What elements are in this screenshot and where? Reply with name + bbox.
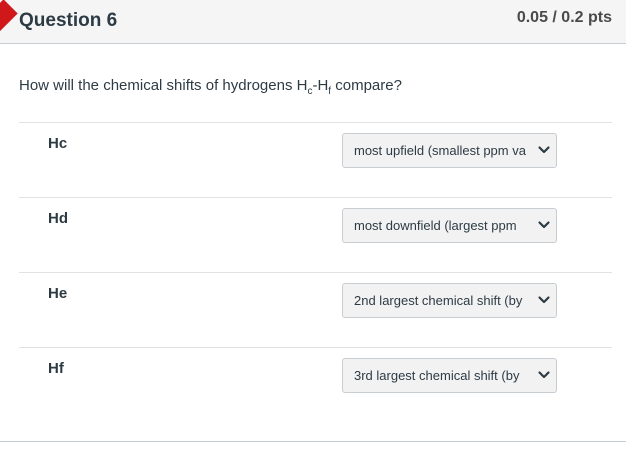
answer-select[interactable]: 3rd largest chemical shift (by [342, 358, 557, 393]
answer-row-label: He [48, 285, 68, 302]
question-text: How will the chemical shifts of hydrogen… [19, 77, 402, 97]
answer-select-value: most downfield (largest ppm [354, 218, 517, 233]
question-title: Question 6 [19, 10, 118, 31]
answer-row-label: Hc [48, 135, 68, 152]
answer-row: He 2nd largest chemical shift (by [19, 272, 612, 347]
answer-select[interactable]: most downfield (largest ppm [342, 208, 557, 243]
answer-row-label: Hd [48, 210, 68, 227]
question-text-mid: -H [312, 77, 329, 94]
answer-row: Hf 3rd largest chemical shift (by [19, 347, 612, 422]
question-text-suffix: compare? [331, 77, 402, 94]
question-bottom-divider [0, 441, 626, 442]
answer-select[interactable]: most upfield (smallest ppm va [342, 133, 557, 168]
chevron-down-icon [538, 146, 550, 154]
question-card: Question 6 0.05 / 0.2 pts How will the c… [0, 0, 626, 450]
chevron-down-icon [538, 296, 550, 304]
answer-row: Hc most upfield (smallest ppm va [19, 122, 612, 197]
answer-row: Hd most downfield (largest ppm [19, 197, 612, 272]
question-text-prefix: How will the chemical shifts of hydrogen… [19, 77, 308, 94]
answer-select-value: 3rd largest chemical shift (by [354, 368, 520, 383]
flag-icon [0, 0, 18, 35]
answer-select-value: 2nd largest chemical shift (by [354, 293, 523, 308]
question-header: Question 6 0.05 / 0.2 pts [0, 0, 626, 44]
answer-select-value: most upfield (smallest ppm va [354, 143, 526, 158]
chevron-down-icon [538, 371, 550, 379]
question-points: 0.05 / 0.2 pts [516, 9, 612, 26]
chevron-down-icon [538, 221, 550, 229]
answer-row-label: Hf [48, 360, 64, 377]
answer-select[interactable]: 2nd largest chemical shift (by [342, 283, 557, 318]
